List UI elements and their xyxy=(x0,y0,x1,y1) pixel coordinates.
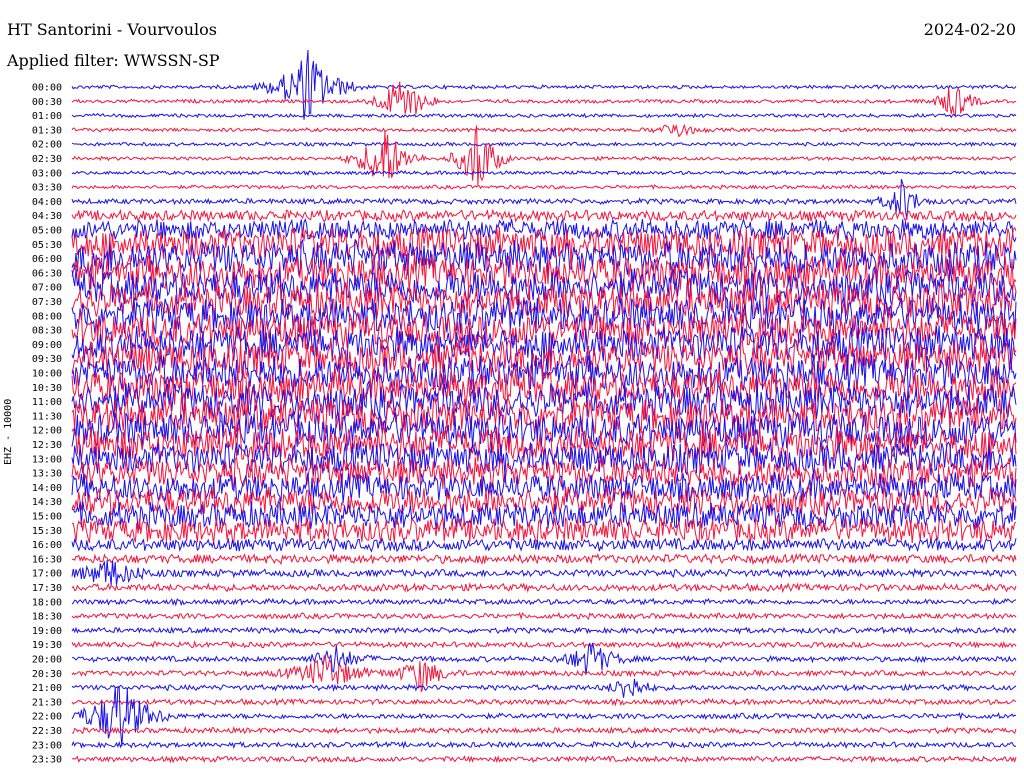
time-tick-label: 07:00 xyxy=(32,283,62,294)
trace-line xyxy=(71,642,1017,675)
time-tick-label: 04:00 xyxy=(32,197,62,208)
trace-line xyxy=(71,686,1017,747)
time-tick-label: 17:00 xyxy=(32,569,62,580)
time-tick-label: 18:00 xyxy=(32,597,62,608)
trace-line xyxy=(71,725,1017,735)
time-tick-label: 19:30 xyxy=(32,640,62,651)
time-tick-label: 20:00 xyxy=(32,655,62,666)
time-tick-label: 11:00 xyxy=(32,397,62,408)
time-tick-label: 17:30 xyxy=(32,583,62,594)
trace-line xyxy=(71,484,1017,517)
time-tick-label: 19:00 xyxy=(32,626,62,637)
time-tick-label: 10:30 xyxy=(32,383,62,394)
time-tick-label: 00:30 xyxy=(32,97,62,108)
trace-line xyxy=(71,740,1017,750)
trace-line xyxy=(71,169,1017,176)
time-tick-label: 03:30 xyxy=(32,183,62,194)
time-tick-label: 21:30 xyxy=(32,697,62,708)
trace-line xyxy=(71,141,1017,148)
time-tick-label: 15:30 xyxy=(32,526,62,537)
trace-line xyxy=(71,183,1017,190)
trace-line xyxy=(71,611,1017,621)
time-tick-label: 06:00 xyxy=(32,254,62,265)
time-tick-label: 13:00 xyxy=(32,454,62,465)
time-tick-label: 07:30 xyxy=(32,297,62,308)
time-tick-label: 08:00 xyxy=(32,311,62,322)
time-tick-label: 01:00 xyxy=(32,111,62,122)
time-tick-label: 22:00 xyxy=(32,712,62,723)
time-tick-label: 23:00 xyxy=(32,740,62,751)
time-tick-label: 08:30 xyxy=(32,326,62,337)
time-tick-label: 20:30 xyxy=(32,669,62,680)
time-tick-label: 09:30 xyxy=(32,354,62,365)
time-tick-label: 10:00 xyxy=(32,369,62,380)
trace-line xyxy=(71,640,1017,650)
time-tick-label: 23:30 xyxy=(32,755,62,766)
trace-line xyxy=(71,125,1017,186)
time-tick-label: 18:30 xyxy=(32,612,62,623)
trace-line xyxy=(71,697,1016,707)
time-tick-label: 01:30 xyxy=(32,125,62,136)
time-tick-label: 13:30 xyxy=(32,469,62,480)
time-tick-label: 00:00 xyxy=(32,83,62,94)
time-tick-label: 05:30 xyxy=(32,240,62,251)
trace-line xyxy=(71,560,1017,586)
time-tick-label: 02:30 xyxy=(32,154,62,165)
time-tick-label: 14:30 xyxy=(32,497,62,508)
trace-line xyxy=(71,678,1017,698)
time-tick-label: 11:30 xyxy=(32,411,62,422)
time-tick-label: 02:00 xyxy=(32,140,62,151)
time-tick-label: 05:00 xyxy=(32,226,62,237)
trace-line xyxy=(71,552,1017,566)
trace-line xyxy=(71,112,1017,119)
trace-line xyxy=(71,625,1017,635)
time-tick-label: 12:00 xyxy=(32,426,62,437)
time-tick-label: 22:30 xyxy=(32,726,62,737)
trace-line xyxy=(71,208,1017,223)
time-tick-label: 03:00 xyxy=(32,168,62,179)
time-tick-label: 09:00 xyxy=(32,340,62,351)
time-tick-label: 14:00 xyxy=(32,483,62,494)
trace-line xyxy=(71,49,1017,120)
time-tick-label: 21:00 xyxy=(32,683,62,694)
time-tick-label: 12:30 xyxy=(32,440,62,451)
trace-line xyxy=(71,597,1017,607)
time-tick-label: 04:30 xyxy=(32,211,62,222)
trace-line xyxy=(71,123,1017,138)
trace-line xyxy=(71,582,1017,594)
time-tick-label: 15:00 xyxy=(32,512,62,523)
time-tick-label: 16:00 xyxy=(32,540,62,551)
time-tick-label: 06:30 xyxy=(32,268,62,279)
helicorder-plot: 00:00 00:30 01:00 01:30 02:00 02:30 03:00 03:30… xyxy=(32,49,1017,766)
trace-line xyxy=(71,755,1017,764)
time-tick-label: 16:30 xyxy=(32,554,62,565)
